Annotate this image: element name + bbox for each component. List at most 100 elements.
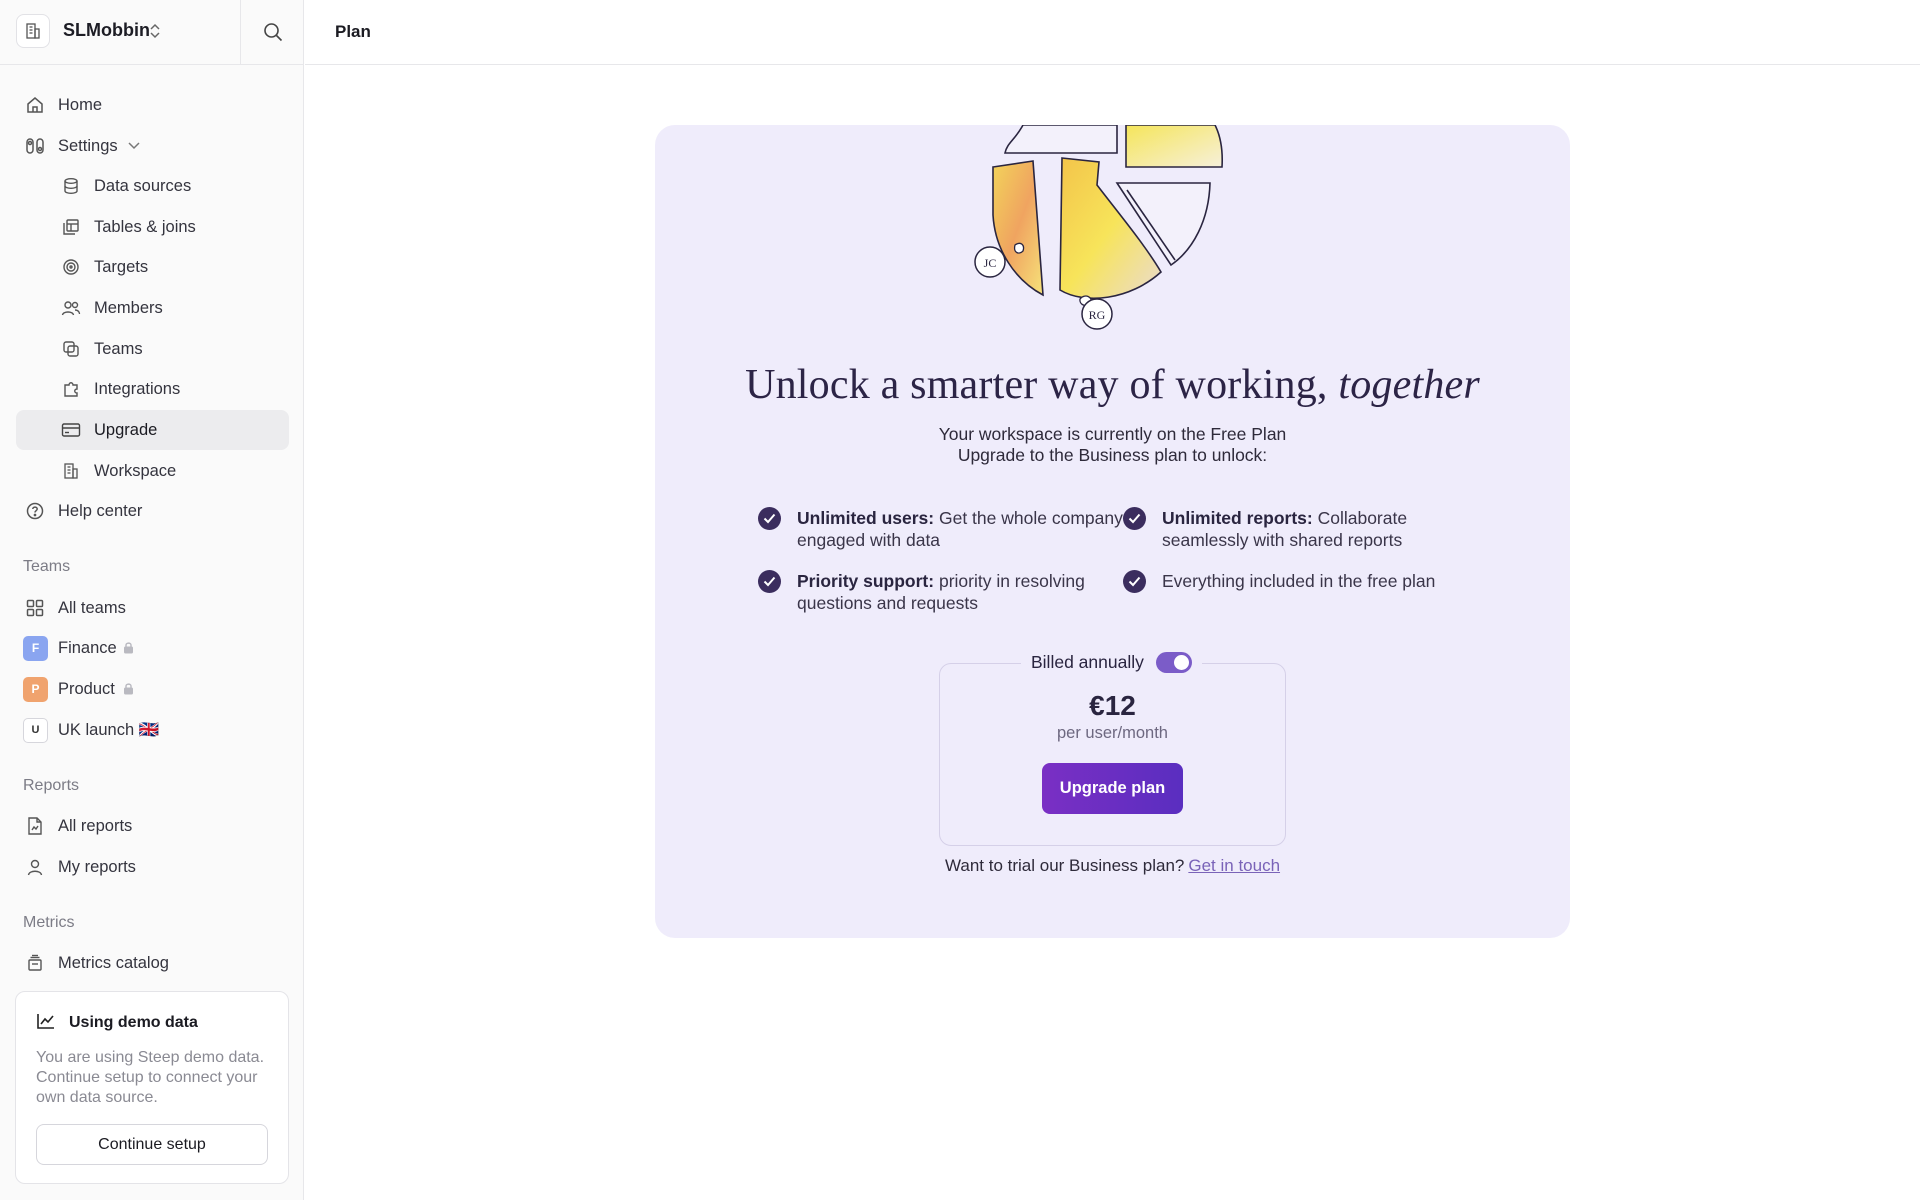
sidebar: SLMobbin Home Settings Data sources Tabl… [0,0,304,1200]
line-chart-icon [37,1014,54,1029]
nav-tables-joins-label: Tables & joins [94,217,196,236]
team-badge: U [23,717,48,743]
home-icon [24,94,46,116]
nav-all-teams-label: All teams [58,598,126,617]
feature-title: Unlimited reports: [1162,508,1313,528]
teams-icon [60,338,82,360]
feature-priority-support: Priority support: priority in resolving … [797,570,1127,614]
feature-free-plan-included: Everything included in the free plan [1162,570,1492,592]
building-icon [60,460,82,482]
catalog-icon [24,952,46,974]
team-badge: F [23,635,48,661]
credit-card-icon [60,419,82,441]
nav-teams-label: Teams [94,339,143,358]
nav-metrics-catalog[interactable]: Metrics catalog [16,943,289,983]
reports-section-label: Reports [23,777,80,794]
team-item-product[interactable]: P Product [16,669,289,709]
nav-members[interactable]: Members [16,288,289,328]
team-item-finance[interactable]: F Finance [16,628,289,668]
nav-help-center-label: Help center [58,501,143,520]
price-unit: per user/month [1057,724,1168,742]
grid-icon [24,597,46,619]
building-icon[interactable] [16,14,50,48]
workspace-header: SLMobbin [0,0,304,65]
headline-text: Unlock a smarter way of working, [745,362,1328,408]
nav-metrics-catalog-label: Metrics catalog [58,953,169,972]
nav-workspace-label: Workspace [94,461,177,480]
chevron-updown-icon[interactable] [148,21,162,41]
check-icon [1123,570,1146,593]
demo-data-card: Using demo data You are using Steep demo… [15,991,289,1184]
nav-upgrade[interactable]: Upgrade [16,410,289,450]
lock-icon [124,683,133,695]
nav-members-label: Members [94,298,163,317]
upgrade-plan-card: JC RG Unlock a smarter way of working, t… [655,125,1570,938]
nav-all-teams[interactable]: All teams [16,588,289,628]
members-icon [60,297,82,319]
demo-title: Using demo data [69,1014,198,1031]
price-value: €12 [1089,690,1136,721]
current-plan-text: Your workspace is currently on the Free … [938,424,1287,444]
nav-help-center[interactable]: Help center [16,491,289,531]
nav-integrations[interactable]: Integrations [16,369,289,409]
avatar-rg: RG [1089,308,1106,322]
lock-icon [124,642,133,654]
search-icon[interactable] [262,21,284,43]
nav-teams[interactable]: Teams [16,329,289,369]
nav-my-reports[interactable]: My reports [16,847,289,887]
nav-all-reports[interactable]: All reports [16,806,289,846]
nav-data-sources[interactable]: Data sources [16,166,289,206]
upgrade-prompt-text: Upgrade to the Business plan to unlock: [957,445,1268,465]
help-icon [24,500,46,522]
billing-toggle-row: Billed annually [1021,652,1202,673]
nav-home-label: Home [58,95,103,114]
report-icon [24,815,46,837]
team-item-uk-launch[interactable]: U UK launch 🇬🇧 [16,710,289,750]
avatar-jc: JC [984,256,997,270]
settings-icon [24,135,46,157]
check-icon [758,507,781,530]
nav-targets[interactable]: Targets [16,247,289,287]
tables-icon [60,216,82,238]
demo-text: You are using Steep demo data. Continue … [36,1049,265,1106]
nav-workspace[interactable]: Workspace [16,451,289,491]
upgrade-plan-button[interactable]: Upgrade plan [1042,763,1183,814]
top-bar: Plan [305,0,1920,65]
feature-desc: Everything included in the free plan [1162,571,1436,591]
headline: Unlock a smarter way of working, togethe… [655,361,1570,409]
header-divider [240,0,241,65]
puzzle-icon [60,378,82,400]
database-icon [60,175,82,197]
team-label: Finance [58,638,117,657]
nav-targets-label: Targets [94,257,149,276]
trial-text: Want to trial our Business plan? [944,856,1185,875]
nav-settings-label: Settings [58,136,118,155]
team-badge: P [23,676,48,702]
workspace-name[interactable]: SLMobbin [63,20,150,41]
user-icon [24,856,46,878]
team-label: UK launch 🇬🇧 [58,720,160,739]
continue-setup-button[interactable]: Continue setup [36,1124,268,1165]
headline-italic: together [1338,362,1480,408]
teams-section-label: Teams [23,558,71,575]
nav-home[interactable]: Home [16,85,289,125]
feature-unlimited-reports: Unlimited reports: Collaborate seamlessl… [1162,507,1492,551]
toggle-knob [1173,655,1189,670]
feature-title: Priority support: [797,571,935,591]
get-in-touch-link[interactable]: Get in touch [1188,856,1280,875]
trial-row: Want to trial our Business plan? Get in t… [655,856,1570,876]
nav-settings[interactable]: Settings [16,126,289,166]
pie-chart-illustration: JC RG [974,125,1224,330]
chevron-down-icon [128,142,140,150]
team-label: Product [58,679,115,698]
check-icon [758,570,781,593]
billed-annually-label: Billed annually [1031,652,1144,672]
feature-title: Unlimited users: [797,508,935,528]
nav-upgrade-label: Upgrade [94,420,158,439]
page-title: Plan [335,22,371,41]
metrics-section-label: Metrics [23,914,75,931]
nav-my-reports-label: My reports [58,857,136,876]
billed-annually-toggle[interactable] [1155,652,1192,673]
nav-tables-joins[interactable]: Tables & joins [16,207,289,247]
target-icon [60,256,82,278]
